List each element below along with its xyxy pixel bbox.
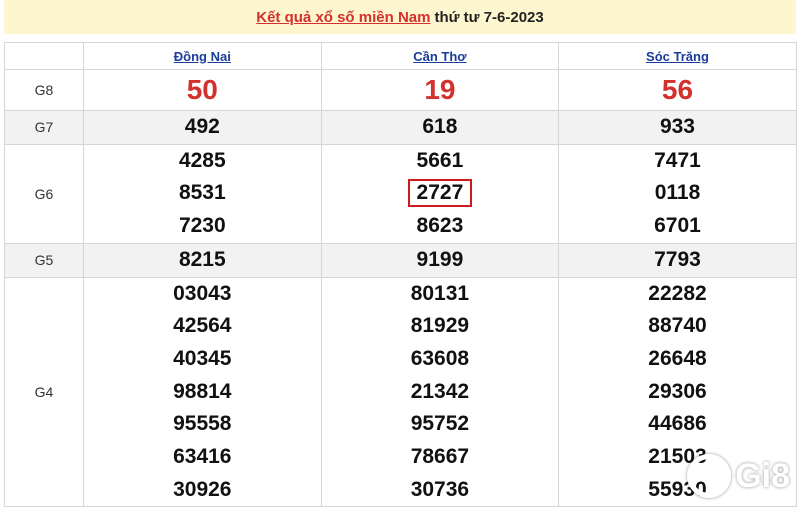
result-number: 56 bbox=[661, 74, 694, 105]
result-number: 618 bbox=[422, 115, 458, 138]
result-number: 6701 bbox=[654, 214, 701, 238]
prize-row-g7: G7 492 618 933 bbox=[4, 110, 797, 145]
province-link-can-tho[interactable]: Cần Thơ bbox=[413, 49, 466, 64]
corner-cell bbox=[4, 42, 84, 70]
result-number: 8623 bbox=[416, 214, 464, 238]
result-number: 29306 bbox=[648, 379, 707, 403]
result-number: 26648 bbox=[648, 346, 707, 370]
result-cell: 7793 bbox=[558, 242, 797, 278]
prize-row-g5: G5 8215 9199 7793 bbox=[4, 242, 797, 278]
page-title: Kết quả xổ số miền Nam thứ tư 7-6-2023 bbox=[4, 0, 796, 34]
result-number: 44686 bbox=[648, 412, 707, 436]
result-number: 7230 bbox=[178, 214, 226, 238]
title-link[interactable]: Kết quả xổ số miền Nam bbox=[256, 9, 430, 26]
result-number: 80131 bbox=[410, 281, 470, 305]
results-table: Đồng Nai Cần Thơ Sóc Trăng G8 50 19 56 G7 492… bbox=[4, 42, 797, 507]
province-header: Đồng Nai bbox=[83, 42, 322, 70]
result-number: 30926 bbox=[173, 477, 232, 501]
result-number: 40345 bbox=[173, 346, 232, 370]
result-number: 933 bbox=[659, 115, 695, 138]
result-number: 7793 bbox=[654, 247, 701, 271]
result-number: 63416 bbox=[173, 445, 232, 469]
result-cell: 4285 8531 7230 bbox=[83, 143, 322, 244]
result-number: 88740 bbox=[648, 314, 707, 338]
province-header: Sóc Trăng bbox=[558, 42, 797, 70]
result-number: 98814 bbox=[173, 379, 232, 403]
result-number: 9199 bbox=[416, 247, 464, 271]
prize-row-g6: G6 4285 8531 7230 5661 2727 8623 7471 0118 6701 bbox=[4, 143, 797, 244]
result-cell: 492 bbox=[83, 110, 322, 145]
prize-label: G4 bbox=[4, 276, 84, 507]
result-number: 4285 bbox=[178, 148, 226, 172]
result-number: 78667 bbox=[410, 445, 470, 469]
result-number: 492 bbox=[184, 115, 220, 138]
result-cell: 19 bbox=[320, 69, 560, 111]
highlighted-number: 2727 bbox=[407, 179, 473, 208]
watermark-text: Gi8 bbox=[735, 456, 790, 495]
result-cell: 9199 bbox=[320, 242, 560, 278]
result-cell: 5661 2727 8623 bbox=[320, 143, 560, 244]
result-number: 63608 bbox=[410, 346, 470, 370]
result-cell: 618 bbox=[320, 110, 560, 145]
result-number: 8531 bbox=[178, 181, 226, 205]
result-number: 0118 bbox=[654, 181, 701, 205]
result-number: 95752 bbox=[410, 412, 470, 436]
result-number: 2727 bbox=[322, 177, 559, 210]
result-number: 5661 bbox=[416, 148, 464, 172]
result-number: 03043 bbox=[173, 281, 232, 305]
result-cell: 933 bbox=[558, 110, 797, 145]
title-date: thứ tư 7-6-2023 bbox=[434, 8, 544, 26]
result-number: 50 bbox=[186, 74, 218, 105]
gi8-watermark: Gi8 bbox=[687, 454, 790, 498]
result-number: 30736 bbox=[410, 477, 470, 501]
result-number: 21342 bbox=[410, 379, 470, 403]
prize-row-g4: G4 03043 42564 40345 98814 95558 63416 30926 801… bbox=[4, 276, 797, 507]
result-number: 8215 bbox=[178, 247, 226, 271]
result-cell: 8215 bbox=[83, 242, 322, 278]
result-number: 22282 bbox=[648, 281, 707, 305]
province-header: Cần Thơ bbox=[320, 42, 560, 70]
result-number: 7471 bbox=[654, 148, 701, 172]
province-link-dong-nai[interactable]: Đồng Nai bbox=[174, 49, 231, 64]
prize-label: G7 bbox=[4, 110, 84, 145]
result-cell: 50 bbox=[83, 69, 322, 111]
header-row: Đồng Nai Cần Thơ Sóc Trăng bbox=[4, 42, 797, 70]
prize-label: G6 bbox=[4, 143, 84, 244]
g-logo-icon bbox=[687, 454, 732, 498]
result-number: 19 bbox=[424, 74, 456, 105]
result-cell: 03043 42564 40345 98814 95558 63416 30926 bbox=[83, 276, 322, 507]
prize-label: G8 bbox=[4, 69, 84, 111]
province-link-soc-trang[interactable]: Sóc Trăng bbox=[646, 49, 709, 64]
result-cell: 56 bbox=[558, 69, 797, 111]
prize-label: G5 bbox=[4, 242, 84, 278]
result-number: 95558 bbox=[173, 412, 232, 436]
result-number: 81929 bbox=[410, 314, 470, 338]
prize-row-g8: G8 50 19 56 bbox=[4, 69, 797, 111]
result-cell: 7471 0118 6701 bbox=[558, 143, 797, 244]
result-number: 42564 bbox=[173, 314, 232, 338]
result-cell: 80131 81929 63608 21342 95752 78667 30736 bbox=[320, 276, 560, 507]
